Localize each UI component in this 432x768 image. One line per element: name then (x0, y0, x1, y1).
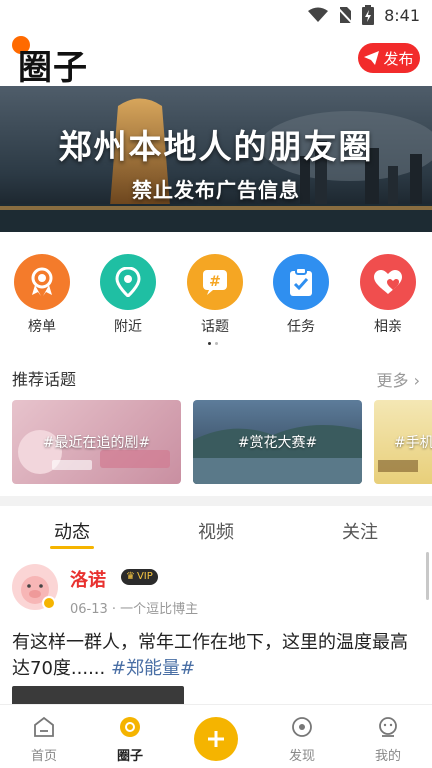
more-link[interactable]: 更多 › (377, 367, 421, 391)
section-divider (0, 496, 432, 506)
heart-icon (360, 254, 416, 310)
nav-label-tasks: 任务 (287, 319, 315, 335)
bottom-nav-circle[interactable]: 圈子 (100, 715, 160, 764)
location-pin-icon (100, 254, 156, 310)
banner[interactable]: 郑州本地人的朋友圈 禁止发布广告信息 (0, 86, 432, 232)
clock: 8:41 (384, 5, 420, 25)
topic-label: #手机 (394, 435, 432, 451)
nav-item-rankings[interactable]: 榜单 (7, 254, 77, 336)
chevron-right-icon: › (408, 371, 420, 390)
topic-label: #赏花大赛# (237, 435, 318, 451)
nav-item-topics[interactable]: # 话题 (180, 254, 250, 336)
post-hashtag[interactable]: #郑能量# (111, 658, 195, 679)
author-name[interactable]: 洛诺 (70, 566, 106, 592)
bottom-nav-label: 我的 (374, 749, 401, 764)
nav-item-dating[interactable]: 相亲 (353, 254, 423, 336)
page-indicator (208, 342, 218, 345)
topic-card-flowers[interactable]: #赏花大赛# (193, 400, 362, 484)
home-icon (32, 715, 56, 739)
nav-label-dating: 相亲 (374, 319, 402, 335)
tab-dynamic[interactable]: 动态 (32, 518, 112, 544)
post-body: 有这样一群人，常年工作在地下，这里的温度最高达70度...... #郑能量# (12, 630, 422, 682)
tab-following[interactable]: 关注 (320, 518, 400, 544)
section-title: 推荐话题 (12, 370, 77, 389)
bottom-nav-label: 圈子 (116, 749, 143, 764)
bottom-nav-label: 首页 (30, 749, 57, 764)
battery-icon (362, 5, 375, 25)
quick-nav: 榜单 附近 # 话题 任务 相亲 (0, 254, 432, 338)
wifi-icon (308, 7, 329, 22)
tab-video[interactable]: 视频 (176, 518, 256, 544)
post-text: 有这样一群人，常年工作在地下，这里的温度最高达70度...... (12, 632, 408, 679)
verified-badge-icon (42, 596, 56, 610)
clipboard-check-icon (273, 254, 329, 310)
topic-label: #最近在追的剧# (42, 435, 151, 451)
vip-badge: ♛ VIP (121, 569, 158, 585)
plus-icon (208, 731, 224, 747)
no-sim-icon (338, 7, 353, 24)
post-meta: 06-13 · 一个逗比博主 (70, 602, 199, 617)
nav-item-nearby[interactable]: 附近 (93, 254, 163, 336)
active-tab-indicator (50, 546, 94, 549)
publish-label: 发布 (383, 49, 414, 68)
nav-label-nearby: 附近 (114, 319, 142, 335)
paper-plane-icon (364, 51, 380, 65)
profile-icon (376, 715, 400, 739)
banner-subtitle: 禁止发布广告信息 (132, 178, 300, 202)
scrollbar[interactable] (426, 552, 429, 600)
svg-text:#: # (209, 274, 221, 290)
banner-title: 郑州本地人的朋友圈 (58, 127, 374, 166)
ribbon-icon (14, 254, 70, 310)
topic-card-phone[interactable]: #手机 (374, 400, 432, 484)
nav-label-topics: 话题 (201, 319, 229, 335)
nav-item-tasks[interactable]: 任务 (266, 254, 336, 336)
page-title: 圈子 (18, 48, 88, 88)
status-bar: 8:41 (0, 0, 432, 30)
bottom-nav-me[interactable]: 我的 (358, 715, 418, 764)
bottom-nav: 首页 圈子 发现 我的 (0, 704, 432, 768)
add-post-button[interactable] (194, 717, 238, 761)
publish-button[interactable]: 发布 (358, 43, 420, 73)
topic-card-dramas[interactable]: #最近在追的剧# (12, 400, 181, 484)
bottom-nav-discover[interactable]: 发现 (272, 715, 332, 764)
hashtag-icon: # (187, 254, 243, 310)
bottom-nav-home[interactable]: 首页 (14, 715, 74, 764)
feed-tabs: 动态 视频 关注 (0, 506, 432, 552)
compass-icon (290, 715, 314, 739)
circle-icon (118, 715, 142, 739)
nav-label-rankings: 榜单 (28, 319, 56, 335)
crown-icon: ♛ (126, 571, 135, 582)
bottom-nav-label: 发现 (288, 749, 315, 764)
app-header: 圈子 发布 (0, 30, 432, 88)
recommend-header: 推荐话题 更多 › (12, 366, 421, 391)
